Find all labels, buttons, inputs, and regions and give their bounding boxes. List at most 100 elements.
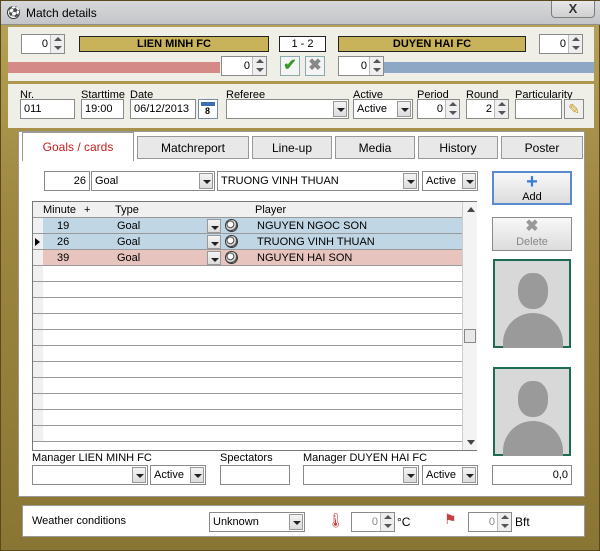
chevron-down-icon[interactable] — [333, 101, 347, 117]
chevron-down-icon[interactable] — [199, 173, 213, 189]
table-row[interactable] — [43, 298, 462, 314]
tab-matchreport[interactable]: Matchreport — [137, 136, 249, 159]
player-select[interactable]: TRUONG VINH THUAN — [217, 171, 419, 191]
value-field[interactable]: 0,0 — [492, 465, 572, 485]
cancel-button[interactable]: ✖ — [305, 56, 325, 76]
row-type-dropdown[interactable] — [207, 251, 221, 265]
row-type-dropdown[interactable] — [207, 219, 221, 233]
period-stepper[interactable]: 0 — [417, 99, 460, 119]
row-selector[interactable] — [33, 378, 43, 394]
scroll-up-icon[interactable] — [467, 207, 475, 212]
manager-home-status[interactable]: Active — [150, 465, 206, 485]
scroll-thumb[interactable] — [464, 329, 476, 343]
temperature-stepper[interactable]: 0 — [351, 512, 395, 532]
manager-away-select[interactable] — [303, 465, 419, 485]
table-row[interactable] — [43, 282, 462, 298]
stepper-arrows-icon[interactable] — [252, 57, 266, 75]
calendar-icon[interactable]: 8 — [198, 99, 218, 119]
soccer-ball-icon — [225, 251, 238, 264]
date-field[interactable]: 06/12/2013 — [130, 99, 196, 119]
table-scrollbar[interactable] — [462, 202, 477, 450]
table-row[interactable]: 26 Goal TRUONG VINH THUAN — [43, 234, 462, 250]
chevron-down-icon[interactable] — [403, 467, 417, 483]
scroll-down-icon[interactable] — [467, 440, 475, 445]
table-row[interactable] — [43, 394, 462, 410]
chevron-down-icon[interactable] — [289, 514, 303, 530]
chevron-down-icon[interactable] — [207, 235, 221, 249]
table-row[interactable] — [43, 346, 462, 362]
table-row[interactable] — [43, 266, 462, 282]
stepper-arrows-icon[interactable] — [380, 513, 394, 531]
goal-type-select[interactable]: Goal — [91, 171, 215, 191]
stepper-arrows-icon[interactable] — [494, 100, 508, 118]
table-row[interactable] — [43, 426, 462, 442]
away-score-stepper[interactable]: 0 — [539, 34, 583, 54]
row-type-dropdown[interactable] — [207, 235, 221, 249]
tab-goals-cards[interactable]: Goals / cards — [22, 132, 134, 161]
starttime-field[interactable]: 19:00 — [81, 99, 124, 119]
particularity-field[interactable] — [515, 99, 562, 119]
stepper-arrows-icon[interactable] — [50, 35, 64, 53]
row-selector[interactable] — [33, 218, 43, 234]
tab-history[interactable]: History — [418, 136, 498, 159]
home-score-stepper[interactable]: 0 — [21, 34, 65, 54]
soccer-ball-icon — [225, 235, 238, 248]
status-select[interactable]: Active — [422, 171, 478, 191]
table-row[interactable]: 19 Goal NGUYEN NGOC SON — [43, 218, 462, 234]
manager-away-status[interactable]: Active — [422, 465, 478, 485]
chevron-down-icon[interactable] — [132, 467, 146, 483]
table-row[interactable]: 39 Goal NGUYEN HAI SON — [43, 250, 462, 266]
confirm-button[interactable]: ✔ — [280, 56, 300, 76]
row-selector[interactable] — [33, 410, 43, 426]
pencil-icon[interactable]: ✎ — [564, 99, 584, 119]
table-row[interactable] — [43, 330, 462, 346]
away-sub-stepper[interactable]: 0 — [338, 56, 384, 76]
chevron-down-icon[interactable] — [397, 101, 411, 117]
row-selector[interactable] — [33, 330, 43, 346]
header-plus[interactable]: + — [84, 204, 90, 216]
table-row[interactable] — [43, 410, 462, 426]
round-stepper[interactable]: 2 — [466, 99, 509, 119]
row-selector[interactable] — [33, 282, 43, 298]
manager-home-select[interactable] — [32, 465, 148, 485]
chevron-down-icon[interactable] — [207, 251, 221, 265]
active-select[interactable]: Active — [353, 99, 413, 119]
spectators-field[interactable] — [220, 465, 290, 485]
minute-field[interactable]: 26 — [44, 171, 90, 191]
stepper-arrows-icon[interactable] — [568, 35, 582, 53]
row-selector[interactable] — [33, 234, 43, 250]
stepper-arrows-icon[interactable] — [369, 57, 383, 75]
stepper-arrows-icon[interactable] — [497, 513, 511, 531]
home-team-name: LIEN MINH FC — [79, 36, 269, 52]
row-selector[interactable] — [33, 362, 43, 378]
add-button[interactable]: + Add — [492, 171, 572, 205]
row-selector[interactable] — [33, 426, 43, 442]
chevron-down-icon[interactable] — [462, 173, 476, 189]
row-selector[interactable] — [33, 266, 43, 282]
chevron-down-icon[interactable] — [462, 467, 476, 483]
table-row[interactable] — [43, 314, 462, 330]
table-row[interactable] — [43, 362, 462, 378]
table-row[interactable] — [43, 378, 462, 394]
row-selector[interactable] — [33, 298, 43, 314]
stepper-arrows-icon[interactable] — [445, 100, 459, 118]
nr-field[interactable]: 011 — [20, 99, 75, 119]
row-selector[interactable] — [33, 394, 43, 410]
home-sub-stepper[interactable]: 0 — [221, 56, 267, 76]
windsock-icon: ⚑ — [444, 511, 457, 527]
delete-button[interactable]: ✖ Delete — [492, 217, 572, 251]
tab-poster[interactable]: Poster — [501, 136, 583, 159]
tab-media[interactable]: Media — [335, 136, 415, 159]
row-selector[interactable] — [33, 250, 43, 266]
chevron-down-icon[interactable] — [190, 467, 204, 483]
row-selector[interactable] — [33, 314, 43, 330]
referee-select[interactable] — [226, 99, 349, 119]
wind-stepper[interactable]: 0 — [468, 512, 512, 532]
tab-line-up[interactable]: Line-up — [252, 136, 332, 159]
row-player: TRUONG VINH THUAN — [257, 236, 375, 248]
chevron-down-icon[interactable] — [207, 219, 221, 233]
close-button[interactable]: X — [551, 1, 595, 18]
chevron-down-icon[interactable] — [403, 173, 417, 189]
row-selector[interactable] — [33, 346, 43, 362]
weather-select[interactable]: Unknown — [209, 512, 305, 532]
